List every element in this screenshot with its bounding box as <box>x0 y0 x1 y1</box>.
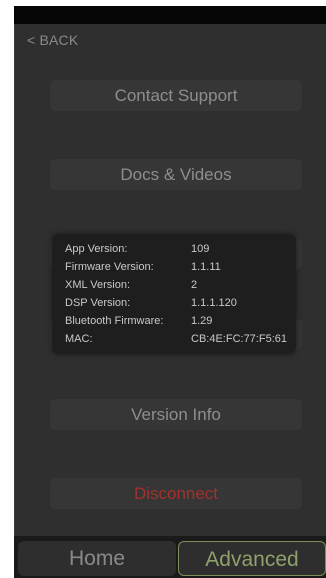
app-screen: < BACK Contact Support Docs & Videos Ver… <box>0 0 326 578</box>
bluetooth-firmware-row: Bluetooth Firmware: 1.29 <box>65 315 287 333</box>
app-version-row: App Version: 109 <box>65 243 287 261</box>
tab-home[interactable]: Home <box>18 541 176 576</box>
dsp-version-row: DSP Version: 1.1.1.120 <box>65 297 287 315</box>
contact-support-button[interactable]: Contact Support <box>50 80 302 111</box>
mac-label: MAC: <box>65 333 93 345</box>
version-info-popup: App Version: 109 Firmware Version: 1.1.1… <box>52 234 296 354</box>
mac-value: CB:4E:FC:77:F5:61 <box>191 333 287 345</box>
bluetooth-firmware-label: Bluetooth Firmware: <box>65 315 164 327</box>
bottom-tab-bar: Home Advanced <box>14 536 326 578</box>
version-info-button[interactable]: Version Info <box>50 399 302 430</box>
xml-version-value: 2 <box>191 279 198 291</box>
xml-version-row: XML Version: 2 <box>65 279 287 297</box>
firmware-version-row: Firmware Version: 1.1.11 <box>65 261 287 279</box>
disconnect-button[interactable]: Disconnect <box>50 478 302 509</box>
firmware-version-label: Firmware Version: <box>65 261 154 273</box>
app-version-label: App Version: <box>65 243 128 255</box>
docs-videos-button[interactable]: Docs & Videos <box>50 159 302 190</box>
xml-version-label: XML Version: <box>65 279 131 291</box>
firmware-version-value: 1.1.11 <box>191 261 221 273</box>
app-version-value: 109 <box>191 243 210 255</box>
bluetooth-firmware-value: 1.29 <box>191 315 213 327</box>
back-button[interactable]: < BACK <box>27 32 78 48</box>
tab-advanced[interactable]: Advanced <box>178 541 326 576</box>
dsp-version-value: 1.1.1.120 <box>191 297 237 309</box>
status-bar <box>14 6 326 24</box>
dsp-version-label: DSP Version: <box>65 297 131 309</box>
mac-row: MAC: CB:4E:FC:77:F5:61 <box>65 333 287 351</box>
